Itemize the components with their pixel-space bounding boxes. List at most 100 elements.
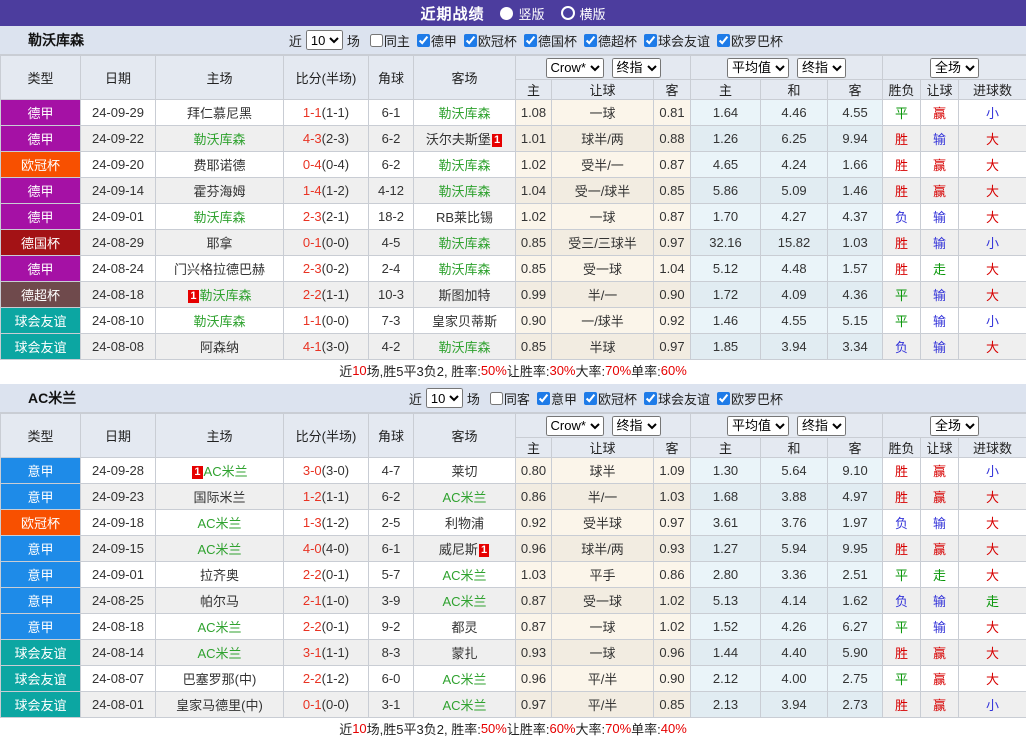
league-filter[interactable]: 意甲 [530, 389, 577, 408]
league-checkbox[interactable] [537, 392, 550, 405]
handicap-cell: 半球 [552, 334, 654, 360]
halftime-score: (1-1) [322, 645, 349, 660]
league-filter[interactable]: 球会友谊 [637, 389, 710, 408]
full-match-header: 全场 [883, 56, 1026, 80]
avg-away-odds-cell: 9.94 [828, 126, 883, 152]
score-cell: 1-1(1-1) [284, 100, 369, 126]
corner-cell: 2-5 [369, 510, 414, 536]
home-odds-cell: 0.86 [516, 484, 552, 510]
score-cell: 2-1(1-0) [284, 588, 369, 614]
away-team-name: 勒沃库森 [438, 158, 490, 173]
home-team-name: 耶拿 [206, 236, 232, 251]
goals-result-cell: 大 [959, 204, 1026, 230]
radio-vertical-label: 竖版 [518, 4, 544, 23]
let-result-cell: 赢 [921, 178, 959, 204]
same-venue-checkbox[interactable] [490, 392, 503, 405]
avg-home-odds-cell: 5.86 [691, 178, 761, 204]
corner-cell: 6-0 [369, 666, 414, 692]
average-odds-select[interactable]: 平均值 [727, 58, 789, 78]
away-team-cell: 都灵 [414, 614, 516, 640]
layout-radio-horizontal[interactable]: 横版 [561, 4, 606, 23]
final-odds-select[interactable]: 终指 [612, 58, 661, 78]
fulltime-score: 2-3 [303, 209, 322, 224]
home-team-name: 拜仁慕尼黑 [187, 106, 252, 121]
header-date: 日期 [81, 56, 156, 100]
league-label: 德甲 [431, 31, 457, 50]
league-checkbox[interactable] [717, 34, 730, 47]
goals-result-cell: 走 [959, 588, 1026, 614]
subheader-avg-away: 客 [828, 80, 883, 100]
date-cell: 24-08-10 [81, 308, 156, 334]
league-checkbox[interactable] [717, 392, 730, 405]
home-team-cell: 皇家马德里(中) [156, 692, 284, 718]
let-result-cell-value: 赢 [933, 490, 946, 505]
full-match-select[interactable]: 全场 [930, 58, 979, 78]
full-match-select[interactable]: 全场 [930, 416, 979, 436]
let-result-cell: 走 [921, 256, 959, 282]
away-odds-cell: 0.97 [654, 510, 691, 536]
goals-result-cell: 小 [959, 230, 1026, 256]
league-checkbox[interactable] [464, 34, 477, 47]
final-odds-select-2[interactable]: 终指 [797, 58, 846, 78]
let-result-cell: 赢 [921, 458, 959, 484]
let-result-cell: 输 [921, 510, 959, 536]
league-filter[interactable]: 欧罗巴杯 [710, 31, 783, 50]
goals-result-cell: 大 [959, 614, 1026, 640]
avg-away-odds-cell: 1.46 [828, 178, 883, 204]
score-cell: 2-3(2-1) [284, 204, 369, 230]
subheader-home-odds: 主 [516, 438, 552, 458]
final-odds-select[interactable]: 终指 [612, 416, 661, 436]
goals-result-cell-value: 大 [986, 262, 999, 277]
let-result-cell: 输 [921, 126, 959, 152]
away-odds-cell: 1.04 [654, 256, 691, 282]
league-type-cell: 球会友谊 [1, 640, 81, 666]
league-filter[interactable]: 欧罗巴杯 [710, 389, 783, 408]
same-venue-filter[interactable]: 同主 [360, 31, 410, 50]
home-odds-cell: 0.96 [516, 536, 552, 562]
layout-radio-vertical[interactable]: 竖版 [500, 4, 544, 23]
league-filter[interactable]: 德甲 [410, 31, 457, 50]
crow-odds-select[interactable]: Crow* [546, 416, 604, 436]
result-cell: 胜 [883, 178, 921, 204]
home-team-cell: AC米兰 [156, 536, 284, 562]
league-filter[interactable]: 德超杯 [577, 31, 637, 50]
goals-result-cell: 大 [959, 562, 1026, 588]
league-checkbox[interactable] [524, 34, 537, 47]
goals-result-cell-value: 大 [986, 210, 999, 225]
league-filter[interactable]: 德国杯 [517, 31, 577, 50]
home-team-cell: 帕尔马 [156, 588, 284, 614]
league-checkbox[interactable] [644, 392, 657, 405]
result-cell-value: 平 [895, 106, 908, 121]
away-team-cell: 莱切 [414, 458, 516, 484]
league-filter[interactable]: 欧冠杯 [577, 389, 637, 408]
same-venue-checkbox[interactable] [370, 34, 383, 47]
away-odds-cell: 0.87 [654, 204, 691, 230]
league-type-cell: 欧冠杯 [1, 152, 81, 178]
same-venue-filter[interactable]: 同客 [480, 389, 530, 408]
league-filter[interactable]: 球会友谊 [637, 31, 710, 50]
fulltime-score: 2-2 [303, 619, 322, 634]
radio-selected-icon[interactable] [500, 7, 513, 20]
avg-away-odds-cell: 5.15 [828, 308, 883, 334]
league-checkbox[interactable] [584, 34, 597, 47]
corner-cell: 7-3 [369, 308, 414, 334]
rounds-select[interactable]: 10 [426, 388, 463, 408]
radio-horizontal-label: 横版 [580, 4, 606, 23]
summary-text: 近 [339, 361, 352, 380]
league-checkbox[interactable] [417, 34, 430, 47]
average-odds-header: 平均值终指 [691, 56, 883, 80]
league-filter[interactable]: 欧冠杯 [457, 31, 517, 50]
league-checkbox[interactable] [584, 392, 597, 405]
away-odds-cell: 0.93 [654, 536, 691, 562]
rounds-select[interactable]: 10 [306, 30, 343, 50]
league-type-cell: 球会友谊 [1, 308, 81, 334]
header-home: 主场 [156, 56, 284, 100]
goals-result-cell-value: 小 [986, 106, 999, 121]
home-odds-cell: 1.02 [516, 204, 552, 230]
crow-odds-select[interactable]: Crow* [546, 58, 604, 78]
final-odds-select-2[interactable]: 终指 [797, 416, 846, 436]
radio-unselected-icon[interactable] [561, 6, 575, 20]
average-odds-select[interactable]: 平均值 [727, 416, 789, 436]
league-checkbox[interactable] [644, 34, 657, 47]
goals-result-cell-value: 大 [986, 340, 999, 355]
